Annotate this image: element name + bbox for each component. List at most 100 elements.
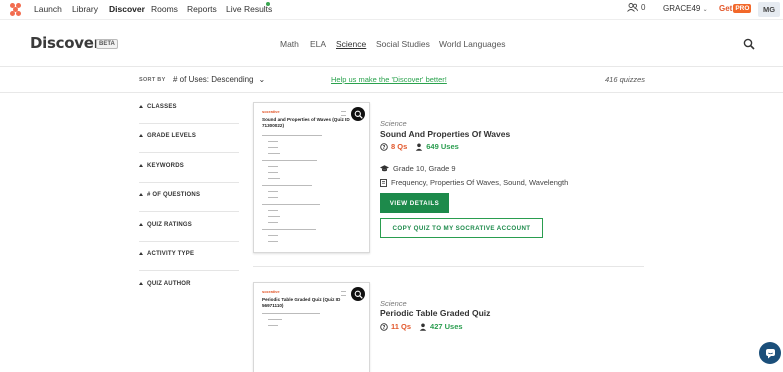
thumb-line bbox=[341, 111, 346, 112]
avatar[interactable]: MG bbox=[758, 2, 780, 17]
tab-world-languages[interactable]: World Languages bbox=[439, 39, 505, 49]
thumb-line bbox=[262, 313, 320, 314]
thumb-line bbox=[268, 241, 278, 242]
thumb-line bbox=[268, 178, 280, 179]
students-count[interactable]: 0 bbox=[627, 3, 645, 12]
question-count: 8 Qs bbox=[391, 142, 408, 151]
quiz-stats: ? 8 Qs 649 Uses bbox=[380, 142, 459, 151]
grades-text: Grade 10, Grade 9 bbox=[393, 164, 456, 173]
filter-grade-levels[interactable]: GRADE LEVELS bbox=[139, 124, 239, 153]
pro-badge: PRO bbox=[733, 4, 752, 13]
tab-science[interactable]: Science bbox=[336, 39, 366, 49]
thumb-line bbox=[341, 291, 346, 292]
thumb-line bbox=[268, 166, 278, 167]
chat-icon bbox=[765, 348, 775, 358]
feedback-link[interactable]: Help us make the 'Discover' better! bbox=[331, 75, 447, 84]
thumb-line bbox=[268, 325, 278, 326]
zoom-preview-button[interactable] bbox=[351, 287, 365, 301]
chevron-down-icon: ⌄ bbox=[702, 7, 708, 13]
caret-up-icon bbox=[139, 252, 143, 255]
sort-bar: SORT BY # of Uses: Descending ⌄ Help us … bbox=[0, 66, 783, 93]
filter-number-of-questions[interactable]: # OF QUESTIONS bbox=[139, 183, 239, 212]
thumb-line bbox=[262, 204, 320, 205]
thumb-line bbox=[268, 319, 282, 320]
search-icon[interactable] bbox=[743, 38, 755, 50]
live-indicator-dot bbox=[266, 2, 270, 6]
user-icon bbox=[416, 143, 423, 151]
user-icon bbox=[419, 323, 427, 331]
thumb-line bbox=[268, 210, 278, 211]
magnifier-icon bbox=[354, 110, 363, 119]
room-selector[interactable]: GRACE49 ⌄ bbox=[663, 4, 708, 13]
thumb-title: Periodic Table Graded Quiz (Quiz ID 5697… bbox=[262, 297, 341, 308]
uses-count: 649 Uses bbox=[426, 142, 459, 151]
nav-discover[interactable]: Discover bbox=[109, 4, 145, 14]
people-icon bbox=[627, 3, 638, 12]
quiz-title[interactable]: Periodic Table Graded Quiz bbox=[380, 308, 490, 318]
chevron-down-icon: ⌄ bbox=[258, 75, 266, 84]
filter-label: GRADE LEVELS bbox=[147, 133, 197, 139]
caret-up-icon bbox=[139, 223, 143, 226]
thumb-line bbox=[262, 229, 316, 230]
thumb-line bbox=[268, 172, 278, 173]
filter-quiz-author[interactable]: QUIZ AUTHOR bbox=[139, 272, 239, 301]
sort-dropdown[interactable]: # of Uses: Descending ⌄ bbox=[173, 75, 265, 84]
thumb-line bbox=[268, 222, 278, 223]
caret-up-icon bbox=[139, 164, 143, 167]
sort-value: # of Uses: Descending bbox=[173, 75, 254, 84]
question-icon: ? bbox=[380, 142, 388, 150]
tab-math[interactable]: Math bbox=[280, 39, 299, 49]
nav-launch[interactable]: Launch bbox=[34, 4, 62, 14]
view-details-button[interactable]: VIEW DETAILS bbox=[380, 193, 449, 213]
thumb-line bbox=[262, 135, 322, 136]
sort-by-label: SORT BY bbox=[139, 77, 166, 83]
caret-up-icon bbox=[139, 105, 143, 108]
top-nav: Launch Library Discover Rooms Reports Li… bbox=[0, 0, 783, 20]
quiz-title[interactable]: Sound And Properties Of Waves bbox=[380, 129, 510, 139]
filter-keywords[interactable]: KEYWORDS bbox=[139, 154, 239, 183]
get-label: Get bbox=[719, 4, 733, 13]
copy-quiz-button[interactable]: COPY QUIZ TO MY SOCRATIVE ACCOUNT bbox=[380, 218, 543, 238]
graduation-cap-icon bbox=[380, 165, 389, 172]
uses-count: 427 Uses bbox=[430, 322, 463, 331]
svg-text:?: ? bbox=[383, 144, 386, 150]
tab-ela[interactable]: ELA bbox=[310, 39, 326, 49]
filter-quiz-ratings[interactable]: QUIZ RATINGS bbox=[139, 213, 239, 242]
thumb-brand: socrative bbox=[262, 109, 280, 114]
thumb-line bbox=[268, 141, 278, 142]
thumb-line bbox=[268, 153, 280, 154]
book-icon bbox=[380, 178, 387, 187]
thumb-line bbox=[268, 191, 278, 192]
filter-label: # OF QUESTIONS bbox=[147, 192, 201, 198]
thumb-line bbox=[262, 185, 312, 186]
beta-badge: BETA bbox=[96, 39, 118, 49]
thumb-line bbox=[268, 216, 280, 217]
thumb-line bbox=[341, 295, 346, 296]
caret-up-icon bbox=[139, 282, 143, 285]
nav-reports[interactable]: Reports bbox=[187, 4, 217, 14]
thumb-line bbox=[268, 147, 278, 148]
nav-rooms[interactable]: Rooms bbox=[151, 4, 178, 14]
filter-classes[interactable]: CLASSES bbox=[139, 95, 239, 124]
quiz-tags: Frequency, Properties Of Waves, Sound, W… bbox=[380, 178, 568, 187]
thumb-line bbox=[262, 160, 317, 161]
filter-label: ACTIVITY TYPE bbox=[147, 251, 195, 257]
question-icon: ? bbox=[380, 322, 388, 330]
page-title: Discover bbox=[30, 34, 101, 52]
caret-up-icon bbox=[139, 193, 143, 196]
quiz-subject: Science bbox=[380, 299, 407, 308]
chat-launcher-button[interactable] bbox=[759, 342, 781, 364]
quiz-preview-thumbnail[interactable]: socrative Sound and Properties of Waves … bbox=[253, 102, 370, 253]
zoom-preview-button[interactable] bbox=[351, 107, 365, 121]
tags-text: Frequency, Properties Of Waves, Sound, W… bbox=[391, 178, 569, 187]
nav-library[interactable]: Library bbox=[72, 4, 98, 14]
get-pro-button[interactable]: Get PRO bbox=[719, 4, 752, 13]
nav-live-results[interactable]: Live Results bbox=[226, 4, 272, 14]
tab-social-studies[interactable]: Social Studies bbox=[376, 39, 430, 49]
filter-label: KEYWORDS bbox=[147, 163, 184, 169]
students-count-value: 0 bbox=[641, 3, 646, 12]
filter-activity-type[interactable]: ACTIVITY TYPE bbox=[139, 242, 239, 271]
socrative-logo-icon[interactable] bbox=[10, 3, 22, 16]
thumb-brand: socrative bbox=[262, 289, 280, 294]
quiz-grades: Grade 10, Grade 9 bbox=[380, 164, 456, 173]
